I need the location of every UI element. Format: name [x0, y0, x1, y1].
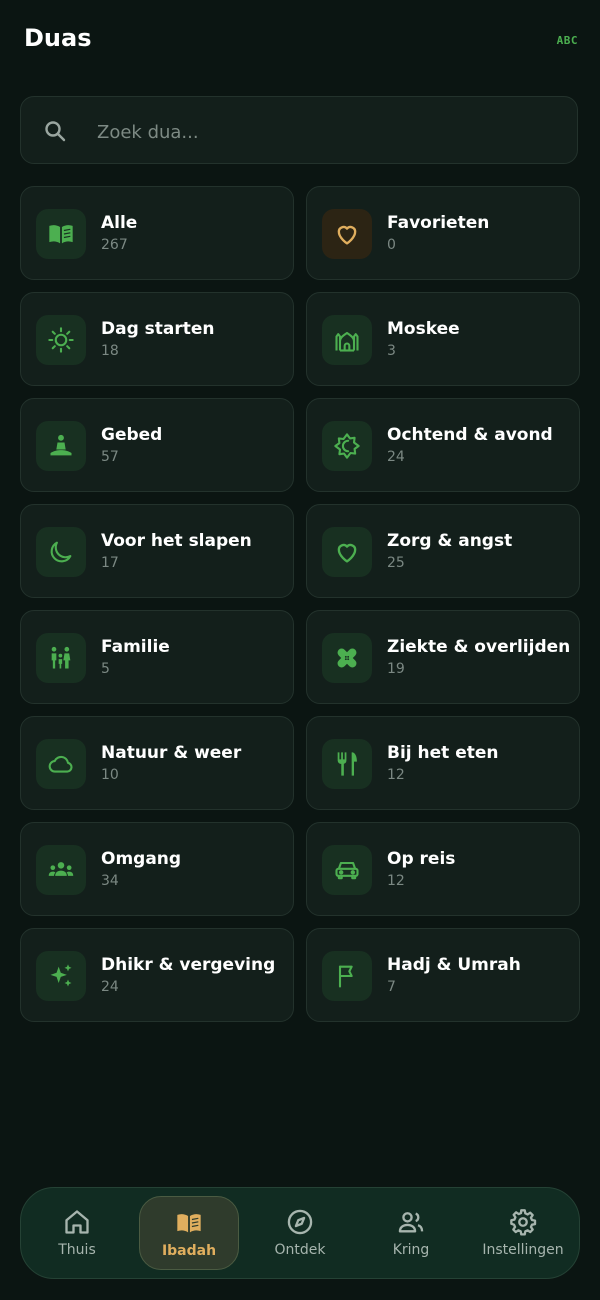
category-count: 24 — [387, 449, 405, 465]
category-label: Moskee — [387, 319, 460, 339]
cloud-icon — [48, 755, 73, 773]
category-count: 25 — [387, 555, 405, 571]
category-label: Hadj & Umrah — [387, 955, 521, 975]
category-label: Bij het eten — [387, 743, 499, 763]
mosque-icon — [335, 331, 359, 352]
category-count: 0 — [387, 237, 396, 253]
bottom-navigation: Thuis Ibadah Ontdek Kring Instellingen — [20, 1187, 580, 1279]
category-card-natuur-weer[interactable]: Natuur & weer 10 — [20, 716, 294, 810]
category-grid: Alle 267 Favorieten 0 Dag starten 18 Mos… — [20, 186, 580, 1022]
search-icon — [45, 121, 66, 142]
fork-knife-icon — [337, 752, 357, 776]
category-card-familie[interactable]: Familie 5 — [20, 610, 294, 704]
category-count: 24 — [101, 979, 119, 995]
page-title: Duas — [24, 24, 92, 52]
category-label: Natuur & weer — [101, 743, 242, 763]
gear-icon — [510, 1209, 537, 1236]
abc-sort-button[interactable]: ABC — [557, 34, 578, 47]
category-label: Voor het slapen — [101, 531, 252, 551]
nav-label: Ibadah — [161, 1243, 217, 1259]
book-icon — [177, 1214, 201, 1233]
search-input[interactable] — [95, 115, 559, 149]
category-card-ochtend-avond[interactable]: Ochtend & avond 24 — [306, 398, 580, 492]
category-label: Favorieten — [387, 213, 490, 233]
category-count: 267 — [101, 237, 128, 253]
category-count: 3 — [387, 343, 396, 359]
home-icon — [65, 1210, 89, 1234]
category-card-gebed[interactable]: Gebed 57 — [20, 398, 294, 492]
category-card-favorieten[interactable]: Favorieten 0 — [306, 186, 580, 280]
category-count: 12 — [387, 767, 405, 783]
sun-moon-icon — [334, 433, 360, 459]
category-card-zorg-angst[interactable]: Zorg & angst 25 — [306, 504, 580, 598]
nav-ontdek[interactable]: Ontdek — [250, 1196, 350, 1270]
book-open-icon — [49, 225, 73, 244]
category-label: Op reis — [387, 849, 456, 869]
sun-icon — [48, 327, 74, 353]
category-label: Dag starten — [101, 319, 215, 339]
category-count: 18 — [101, 343, 119, 359]
flag-icon — [338, 965, 353, 988]
group-icon — [48, 862, 74, 876]
category-card-omgang[interactable]: Omgang 34 — [20, 822, 294, 916]
category-card-dag-starten[interactable]: Dag starten 18 — [20, 292, 294, 386]
category-card-alle[interactable]: Alle 267 — [20, 186, 294, 280]
car-icon — [335, 861, 359, 880]
category-label: Omgang — [101, 849, 182, 869]
heart-icon — [337, 543, 357, 563]
bandage-icon — [337, 648, 357, 668]
sparkles-icon — [50, 964, 72, 987]
nav-thuis[interactable]: Thuis — [27, 1196, 127, 1270]
category-card-moskee[interactable]: Moskee 3 — [306, 292, 580, 386]
category-count: 7 — [387, 979, 396, 995]
category-card-voor-het-slapen[interactable]: Voor het slapen 17 — [20, 504, 294, 598]
category-card-ziekte-overlijden[interactable]: Ziekte & overlijden 19 — [306, 610, 580, 704]
compass-icon — [287, 1209, 313, 1235]
category-count: 5 — [101, 661, 110, 677]
category-count: 10 — [101, 767, 119, 783]
prayer-person-icon — [50, 434, 72, 456]
header: Duas ABC — [0, 0, 600, 84]
moon-icon — [50, 541, 72, 563]
category-card-hadj-umrah[interactable]: Hadj & Umrah 7 — [306, 928, 580, 1022]
category-label: Familie — [101, 637, 170, 657]
people-icon — [398, 1212, 424, 1233]
nav-label: Thuis — [58, 1242, 96, 1258]
category-label: Gebed — [101, 425, 163, 445]
nav-label: Ontdek — [274, 1242, 326, 1258]
heart-outline-icon — [337, 225, 357, 245]
category-card-bij-het-eten[interactable]: Bij het eten 12 — [306, 716, 580, 810]
category-count: 57 — [101, 449, 119, 465]
nav-label: Instellingen — [482, 1242, 564, 1258]
category-label: Dhikr & vergeving — [101, 955, 276, 975]
category-count: 19 — [387, 661, 405, 677]
category-label: Alle — [101, 213, 138, 233]
category-label: Ziekte & overlijden — [387, 637, 571, 657]
category-label: Zorg & angst — [387, 531, 513, 551]
category-label: Ochtend & avond — [387, 425, 553, 445]
nav-label: Kring — [392, 1242, 430, 1258]
category-count: 17 — [101, 555, 119, 571]
search-bar[interactable] — [20, 96, 578, 164]
nav-instellingen[interactable]: Instellingen — [473, 1196, 573, 1270]
category-card-op-reis[interactable]: Op reis 12 — [306, 822, 580, 916]
category-count: 12 — [387, 873, 405, 889]
nav-ibadah[interactable]: Ibadah — [139, 1196, 239, 1270]
family-icon — [51, 646, 71, 669]
category-card-dhikr-vergeving[interactable]: Dhikr & vergeving 24 — [20, 928, 294, 1022]
nav-kring[interactable]: Kring — [361, 1196, 461, 1270]
category-count: 34 — [101, 873, 119, 889]
